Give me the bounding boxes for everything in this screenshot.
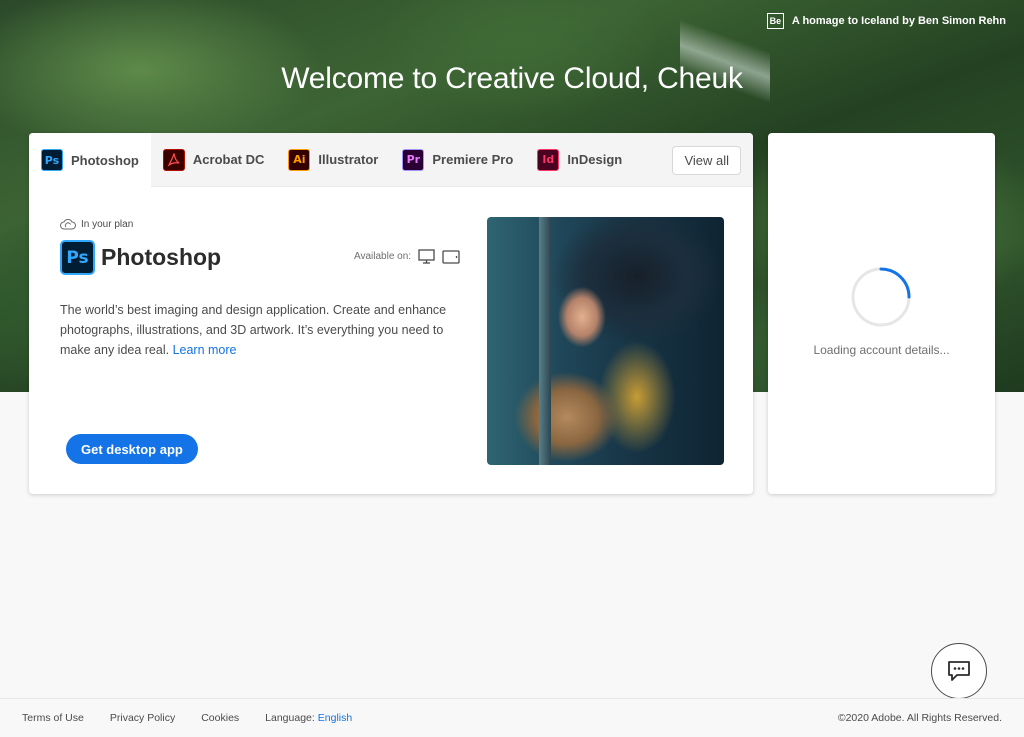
product-artwork [487, 217, 724, 465]
indesign-icon: Id [537, 148, 560, 171]
tab-label: Premiere Pro [432, 152, 514, 167]
view-all-button[interactable]: View all [672, 146, 741, 175]
plan-label: In your plan [81, 219, 134, 230]
footer-links: Terms of Use Privacy Policy Cookies Lang… [22, 712, 352, 724]
plan-badge: In your plan [60, 219, 133, 230]
product-description: The world’s best imaging and design appl… [60, 300, 455, 360]
language-label: Language: [265, 712, 315, 724]
tab-premiere-pro[interactable]: Pr Premiere Pro [390, 133, 525, 187]
available-label: Available on: [354, 251, 412, 262]
tab-illustrator[interactable]: Ai Illustrator [276, 133, 390, 187]
get-desktop-app-button[interactable]: Get desktop app [66, 434, 198, 464]
description-text: The world’s best imaging and design appl… [60, 303, 447, 357]
tab-label: Photoshop [71, 152, 139, 168]
app-tabs: Ps Photoshop Acrobat DC Ai Illustrator P… [29, 133, 753, 188]
illustrator-icon: Ai [288, 148, 311, 171]
chat-icon [948, 661, 970, 681]
product-card: Ps Photoshop Acrobat DC Ai Illustrator P… [29, 133, 753, 494]
creative-cloud-icon [60, 219, 76, 230]
tab-label: Illustrator [318, 152, 379, 167]
premiere-icon: Pr [402, 148, 425, 171]
product-header: Ps Photoshop [60, 240, 221, 275]
chat-button[interactable] [931, 643, 987, 699]
tab-label: InDesign [567, 152, 623, 167]
language-selector[interactable]: English [318, 712, 352, 724]
learn-more-link[interactable]: Learn more [173, 343, 237, 357]
tab-indesign[interactable]: Id InDesign [525, 133, 634, 187]
photoshop-icon: Ps [60, 240, 95, 275]
tablet-icon [442, 249, 460, 264]
tab-acrobat-dc[interactable]: Acrobat DC [151, 133, 277, 187]
welcome-title: Welcome to Creative Cloud, Cheuk [281, 62, 743, 95]
product-name: Photoshop [101, 244, 222, 270]
photoshop-icon: Ps [41, 149, 63, 171]
page-footer: Terms of Use Privacy Policy Cookies Lang… [0, 698, 1024, 737]
copyright: ©2020 Adobe. All Rights Reserved. [837, 712, 1002, 724]
hero-credit-text[interactable]: A homage to Iceland by Ben Simon Rehn [792, 15, 1006, 27]
behance-icon: Be [766, 13, 784, 29]
terms-link[interactable]: Terms of Use [22, 712, 84, 724]
cookies-link[interactable]: Cookies [201, 712, 239, 724]
hero-credit[interactable]: Be A homage to Iceland by Ben Simon Rehn [766, 13, 1006, 29]
artwork-window-frame [539, 217, 551, 465]
tab-photoshop[interactable]: Ps Photoshop [29, 133, 151, 188]
loading-text: Loading account details... [813, 343, 950, 357]
tab-label: Acrobat DC [192, 152, 265, 167]
loading-spinner-icon [851, 267, 911, 327]
privacy-link[interactable]: Privacy Policy [110, 712, 175, 724]
availability: Available on: [354, 249, 460, 264]
desktop-icon [418, 249, 435, 264]
account-card: Loading account details... [768, 133, 995, 494]
acrobat-icon [162, 148, 185, 171]
